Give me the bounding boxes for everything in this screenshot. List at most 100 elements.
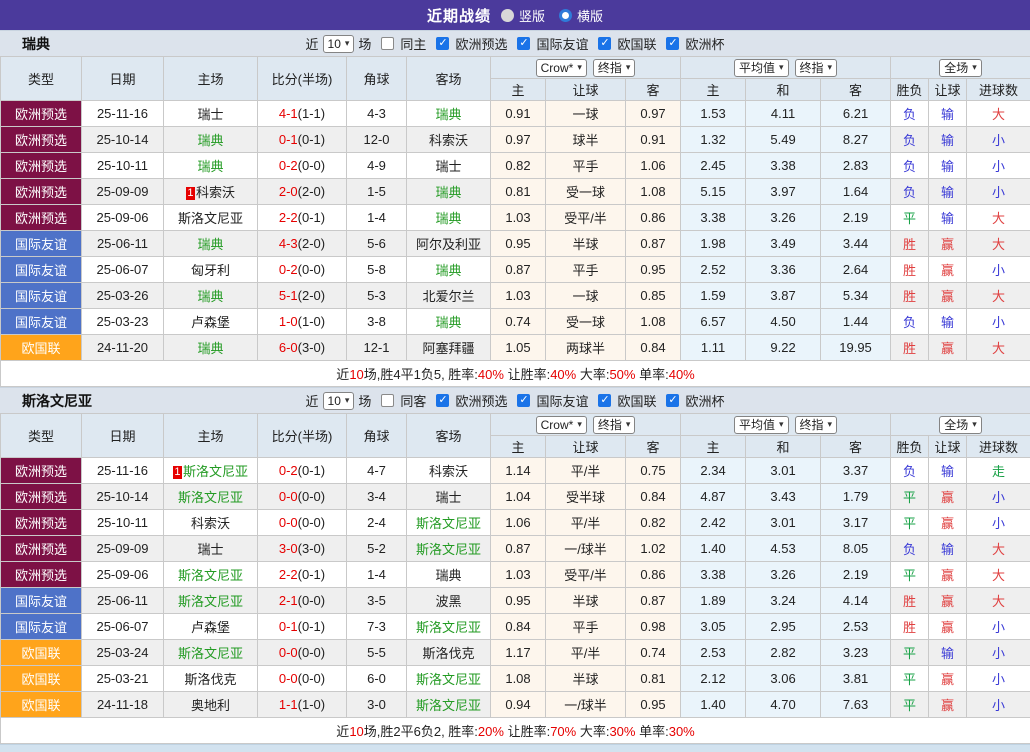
match-score: 0-1(0-1) xyxy=(258,127,347,153)
odds-home: 1.08 xyxy=(491,666,546,692)
avg-home: 2.34 xyxy=(681,458,746,484)
match-date: 25-06-07 xyxy=(82,614,164,640)
match-type: 国际友谊 xyxy=(1,257,82,283)
match-date: 25-09-09 xyxy=(82,179,164,205)
away-team: 斯洛文尼亚 xyxy=(407,614,491,640)
match-score: 2-2(0-1) xyxy=(258,562,347,588)
comp-checkbox-euro-qual[interactable]: ✓ xyxy=(436,394,449,407)
match-date: 25-11-16 xyxy=(82,101,164,127)
corner-count: 5-6 xyxy=(347,231,407,257)
horizontal-layout-label: 横版 xyxy=(577,6,603,25)
team-name: 斯洛文尼亚 xyxy=(183,464,248,479)
result-winloss: 平 xyxy=(891,510,929,536)
horizontal-layout-radio[interactable]: 横版 xyxy=(559,6,603,25)
avg-source-dropdown[interactable]: 平均值▾ xyxy=(734,416,789,434)
same-venue-label: 同客 xyxy=(400,391,426,410)
match-count-dropdown[interactable]: 10▾ xyxy=(323,392,355,410)
odds-home: 0.81 xyxy=(491,179,546,205)
avg-draw: 3.06 xyxy=(746,666,821,692)
team-name: 斯洛文尼亚 xyxy=(416,542,481,557)
avg-away: 6.21 xyxy=(821,101,891,127)
match-date: 25-09-06 xyxy=(82,562,164,588)
red-card-badge: 1 xyxy=(173,466,182,479)
odds-time-dropdown[interactable]: 终指▾ xyxy=(593,59,636,77)
comp-checkbox-euro-cup[interactable]: ✓ xyxy=(666,394,679,407)
odds-away: 0.95 xyxy=(626,692,681,718)
comp-checkbox-nations-league[interactable]: ✓ xyxy=(598,37,611,50)
odds-away: 0.87 xyxy=(626,231,681,257)
table-row: 欧洲预选25-10-14斯洛文尼亚0-0(0-0)3-4瑞士1.04受半球0.8… xyxy=(1,484,1030,510)
avg-draw: 5.49 xyxy=(746,127,821,153)
result-winloss: 胜 xyxy=(891,231,929,257)
halftime-score: (0-1) xyxy=(298,567,325,582)
avg-away: 3.44 xyxy=(821,231,891,257)
avg-away: 7.63 xyxy=(821,692,891,718)
odds-home: 0.84 xyxy=(491,614,546,640)
corner-count: 1-4 xyxy=(347,562,407,588)
table-row: 欧洲预选25-09-09瑞士3-0(3-0)5-2斯洛文尼亚0.87一/球半1.… xyxy=(1,536,1030,562)
result-scope-dropdown[interactable]: 全场▾ xyxy=(939,59,982,77)
team-name: 瑞典 xyxy=(435,568,461,583)
avg-draw: 2.95 xyxy=(746,614,821,640)
team-name: 瑞典 xyxy=(197,341,223,356)
avg-away: 3.81 xyxy=(821,666,891,692)
fulltime-score: 2-0 xyxy=(279,184,298,199)
odds-home: 0.94 xyxy=(491,692,546,718)
result-winloss: 胜 xyxy=(891,614,929,640)
result-goals: 小 xyxy=(967,153,1030,179)
match-count-dropdown[interactable]: 10▾ xyxy=(323,35,355,53)
fulltime-score: 1-0 xyxy=(279,314,298,329)
filter-suffix-label: 场 xyxy=(358,391,371,410)
odds-home: 0.87 xyxy=(491,257,546,283)
avg-draw: 3.49 xyxy=(746,231,821,257)
vertical-layout-radio[interactable]: 竖版 xyxy=(501,6,545,25)
match-type: 国际友谊 xyxy=(1,283,82,309)
avg-home: 3.38 xyxy=(681,562,746,588)
same-venue-checkbox[interactable] xyxy=(381,394,394,407)
subcol-handicap-result: 让球 xyxy=(929,436,967,458)
odds-home: 0.95 xyxy=(491,588,546,614)
col-header-corner: 角球 xyxy=(347,414,407,458)
odds-home: 0.87 xyxy=(491,536,546,562)
comp-checkbox-euro-qual[interactable]: ✓ xyxy=(436,37,449,50)
away-team: 阿塞拜疆 xyxy=(407,335,491,361)
fulltime-score: 1-1 xyxy=(279,697,298,712)
comp-checkbox-euro-cup[interactable]: ✓ xyxy=(666,37,679,50)
home-team: 瑞士 xyxy=(164,101,258,127)
avg-time-dropdown[interactable]: 终指▾ xyxy=(795,59,838,77)
odds-time-dropdown[interactable]: 终指▾ xyxy=(593,416,636,434)
odds-handicap: 平手 xyxy=(546,153,626,179)
chevron-down-icon: ▾ xyxy=(828,63,833,72)
odds-source-dropdown[interactable]: Crow*▾ xyxy=(536,59,587,77)
chevron-down-icon: ▾ xyxy=(345,39,350,48)
match-score: 6-0(3-0) xyxy=(258,335,347,361)
radio-selected-icon[interactable] xyxy=(559,9,572,22)
avg-draw: 4.11 xyxy=(746,101,821,127)
odds-home: 1.03 xyxy=(491,283,546,309)
result-scope-dropdown[interactable]: 全场▾ xyxy=(939,416,982,434)
halftime-score: (0-0) xyxy=(298,671,325,686)
fulltime-score: 0-1 xyxy=(279,132,298,147)
chevron-down-icon: ▾ xyxy=(779,63,784,72)
comp-checkbox-friendly[interactable]: ✓ xyxy=(517,394,530,407)
odds-source-dropdown[interactable]: Crow*▾ xyxy=(536,416,587,434)
chevron-down-icon: ▾ xyxy=(626,420,631,429)
match-score: 0-1(0-1) xyxy=(258,614,347,640)
match-date: 25-03-21 xyxy=(82,666,164,692)
odds-away: 1.08 xyxy=(626,309,681,335)
result-handicap: 赢 xyxy=(929,335,967,361)
layout-radio-group: 竖版 横版 xyxy=(501,6,603,25)
summary-segment: 场,胜4平1负5, 胜率: xyxy=(364,367,478,382)
avg-source-dropdown[interactable]: 平均值▾ xyxy=(734,59,789,77)
odds-handicap: 一球 xyxy=(546,101,626,127)
same-venue-checkbox[interactable] xyxy=(381,37,394,50)
radio-unselected-icon[interactable] xyxy=(501,9,514,22)
match-type: 国际友谊 xyxy=(1,231,82,257)
avg-time-dropdown[interactable]: 终指▾ xyxy=(795,416,838,434)
match-score: 0-0(0-0) xyxy=(258,484,347,510)
comp-checkbox-friendly[interactable]: ✓ xyxy=(517,37,530,50)
comp-checkbox-nations-league[interactable]: ✓ xyxy=(598,394,611,407)
result-winloss: 负 xyxy=(891,153,929,179)
table-row: 欧洲预选25-11-16瑞士4-1(1-1)4-3瑞典0.91一球0.971.5… xyxy=(1,101,1030,127)
result-winloss: 平 xyxy=(891,562,929,588)
